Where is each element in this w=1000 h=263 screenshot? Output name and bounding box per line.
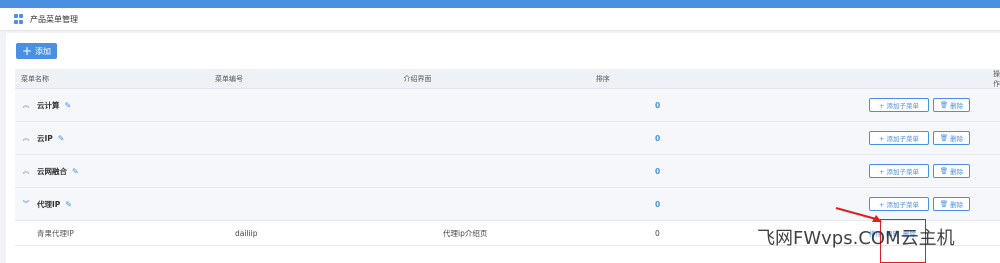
delete-button[interactable]: 🗑︎ 删除 [933, 197, 970, 211]
col-header-intro: 介绍界面 [403, 74, 432, 83]
chevron-up-icon[interactable]: ︽ [21, 166, 31, 176]
menu-sort[interactable]: 0 [655, 101, 855, 110]
trash-icon: 🗑︎ [939, 200, 949, 208]
menu-sort[interactable]: 0 [655, 167, 855, 176]
add-button[interactable]: + 添加 [16, 43, 57, 59]
chevron-down-icon[interactable]: ︾ [21, 199, 31, 209]
plus-icon: + [21, 44, 33, 58]
sub-menu-code: dailiip [235, 228, 258, 238]
add-button-label: 添加 [35, 46, 52, 56]
col-header-name: 菜单名称 [21, 74, 49, 83]
menu-name: 云IP [37, 133, 53, 143]
menu-sort[interactable]: 0 [655, 134, 855, 143]
delete-button[interactable]: 🗑︎ 删除 [933, 131, 970, 145]
menu-name: 云计算 [37, 100, 60, 110]
menu-name: 云网融合 [37, 166, 67, 176]
sub-menu-name: 青果代理IP [37, 228, 74, 238]
add-submenu-button[interactable]: + 添加子菜单 [869, 98, 929, 112]
delete-label: 删除 [950, 201, 964, 209]
edit-icon[interactable]: ✎ [58, 134, 65, 143]
menu-name: 代理IP [37, 199, 61, 209]
table-header: 菜单名称 菜单编号 介绍界面 排序 操作 [15, 69, 1000, 89]
top-accent-bar [0, 0, 1000, 8]
menu-sort[interactable]: 0 [655, 200, 855, 209]
delete-label: 删除 [950, 102, 964, 110]
edit-icon[interactable]: ✎ [65, 200, 72, 209]
delete-button[interactable]: 🗑︎ 删除 [933, 164, 970, 178]
sub-menu-intro: 代理ip介绍页 [443, 228, 488, 238]
trash-icon: 🗑︎ [939, 101, 949, 109]
chevron-up-icon[interactable]: ︽ [21, 100, 31, 110]
add-submenu-button[interactable]: + 添加子菜单 [869, 164, 929, 178]
page-header: 产品菜单管理 [0, 8, 1000, 31]
trash-icon: 🗑︎ [939, 134, 949, 142]
col-header-code: 菜单编号 [214, 74, 243, 83]
col-header-actions: 操作 [777, 69, 1000, 89]
delete-button[interactable]: 🗑︎ 删除 [933, 98, 970, 112]
delete-label: 删除 [950, 168, 964, 176]
edit-icon[interactable]: ✎ [65, 101, 72, 110]
page-title: 产品菜单管理 [30, 14, 78, 24]
watermark: 飞网FWvps.COM云主机 [757, 228, 955, 249]
grid-icon [14, 14, 24, 24]
trash-icon: 🗑︎ [939, 167, 949, 175]
table-row: ︽ 云IP ✎ 0 + 添加子菜单 🗑︎ 删除 [15, 122, 1000, 155]
chevron-up-icon[interactable]: ︽ [21, 133, 31, 143]
annotation-arrow-icon [835, 207, 882, 222]
col-header-actions-label: 操作 [993, 69, 1000, 88]
col-header-sort: 排序 [595, 74, 610, 83]
edit-icon[interactable]: ✎ [72, 167, 79, 176]
table-row: ︽ 云计算 ✎ 0 + 添加子菜单 🗑︎ 删除 [15, 89, 1000, 122]
add-submenu-button[interactable]: + 添加子菜单 [869, 131, 929, 145]
delete-label: 删除 [950, 135, 964, 143]
table-row: ︽ 云网融合 ✎ 0 + 添加子菜单 🗑︎ 删除 [15, 155, 1000, 188]
